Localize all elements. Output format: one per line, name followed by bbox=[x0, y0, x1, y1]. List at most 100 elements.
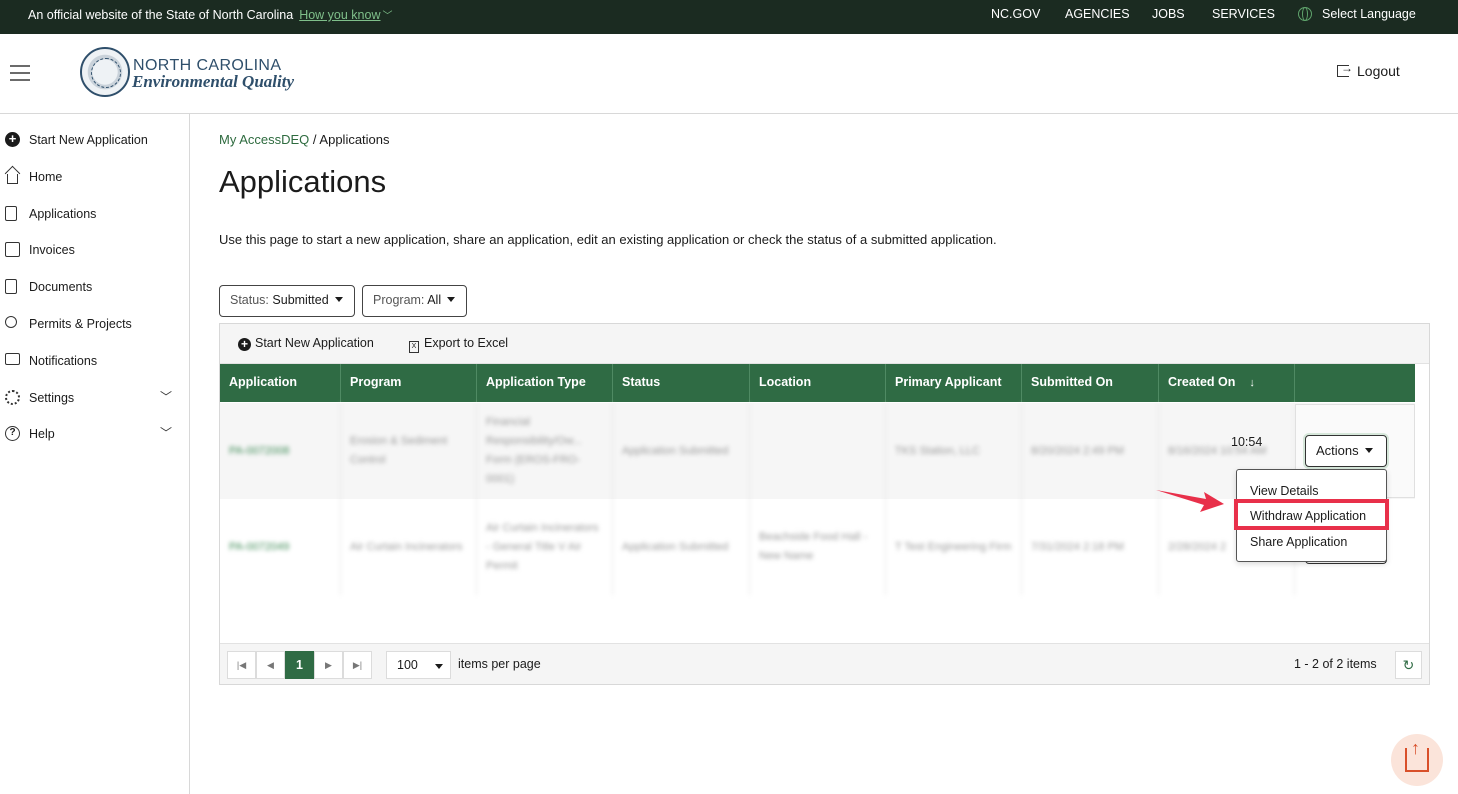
gear-icon bbox=[5, 390, 20, 405]
application-id-link[interactable]: PA-0072049 bbox=[220, 499, 341, 595]
actions-label: Actions bbox=[1316, 443, 1359, 458]
breadcrumb-separator: / bbox=[309, 132, 320, 147]
withdraw-highlight-box bbox=[1234, 499, 1389, 530]
column-header-location[interactable]: Location bbox=[750, 364, 886, 402]
first-page-icon[interactable]: |◀ bbox=[227, 651, 256, 679]
sidebar-item-documents[interactable]: Documents bbox=[0, 274, 189, 304]
sidebar-item-settings[interactable]: Settings ﹀ bbox=[0, 385, 189, 415]
status-cell: Application Submitted bbox=[613, 403, 750, 499]
menu-item-share-application[interactable]: Share Application bbox=[1250, 535, 1347, 549]
chevron-down-icon[interactable]: ﹀ bbox=[160, 388, 172, 405]
export-to-excel-button[interactable]: X Export to Excel bbox=[409, 336, 508, 353]
column-header-primary-applicant[interactable]: Primary Applicant bbox=[886, 364, 1022, 402]
submitted-on-cell: 8/20/2024 2:49 PM bbox=[1022, 403, 1159, 499]
scroll-to-top-button[interactable] bbox=[1391, 734, 1443, 786]
grid-header-row: Application Program Application Type Sta… bbox=[220, 364, 1415, 402]
next-page-icon[interactable]: ▶ bbox=[314, 651, 343, 679]
previous-page-icon[interactable]: ◀ bbox=[256, 651, 285, 679]
sidebar-item-start-new-application[interactable]: + Start New Application bbox=[0, 127, 189, 157]
sidebar-item-permits-projects[interactable]: Permits & Projects bbox=[0, 311, 189, 341]
logout-label: Logout bbox=[1357, 63, 1400, 79]
application-id-link[interactable]: PA-0072008 bbox=[220, 403, 341, 499]
column-header-application[interactable]: Application bbox=[220, 364, 341, 402]
jobs-link[interactable]: JOBS bbox=[1152, 7, 1185, 21]
nc-gov-link[interactable]: NC.GOV bbox=[991, 7, 1040, 21]
pdf-document-icon bbox=[5, 279, 17, 294]
status-filter-dropdown[interactable]: Status: Submitted bbox=[219, 285, 355, 317]
column-header-submitted-on[interactable]: Submitted On bbox=[1022, 364, 1159, 402]
page-size-select[interactable]: 100 bbox=[386, 651, 451, 679]
sidebar-item-label: Notifications bbox=[29, 354, 98, 368]
breadcrumb-current: Applications bbox=[319, 132, 390, 147]
official-text: An official website of the State of Nort… bbox=[28, 7, 393, 22]
home-icon bbox=[7, 174, 18, 184]
sidebar-item-home[interactable]: Home bbox=[0, 164, 189, 194]
column-header-status[interactable]: Status bbox=[613, 364, 750, 402]
logout-button[interactable]: Logout bbox=[1337, 61, 1400, 79]
plus-circle-icon: + bbox=[5, 132, 20, 147]
column-header-program[interactable]: Program bbox=[341, 364, 477, 402]
export-to-excel-label: Export to Excel bbox=[424, 336, 509, 350]
red-arrow-annotation bbox=[1156, 490, 1224, 512]
sort-descending-icon: ↓ bbox=[1249, 377, 1255, 389]
agencies-link[interactable]: AGENCIES bbox=[1065, 7, 1130, 21]
toolbar-start-new-application-button[interactable]: + Start New Application bbox=[238, 336, 374, 351]
breadcrumb: My AccessDEQ / Applications bbox=[219, 132, 390, 147]
status-filter-key: Status: bbox=[230, 293, 269, 307]
sidebar-item-help[interactable]: ? Help ﹀ bbox=[0, 421, 189, 451]
location-cell: Beachside Food Hall - New Name bbox=[750, 499, 886, 595]
created-on-label: Created On bbox=[1168, 375, 1236, 389]
program-cell: Air Curtain Incinerators bbox=[341, 499, 477, 595]
sidebar-item-label: Help bbox=[29, 427, 55, 441]
sidebar-item-invoices[interactable]: Invoices bbox=[0, 237, 189, 267]
menu-item-view-details[interactable]: View Details bbox=[1250, 484, 1319, 498]
excel-icon: X bbox=[409, 341, 419, 353]
select-language-button[interactable]: Select Language bbox=[1298, 7, 1416, 22]
applications-grid: + Start New Application X Export to Excel … bbox=[219, 323, 1430, 685]
program-filter-dropdown[interactable]: Program: All bbox=[362, 285, 467, 317]
actions-dropdown-button[interactable]: Actions bbox=[1305, 435, 1387, 467]
sidebar-item-label: Home bbox=[29, 170, 63, 184]
caret-down-icon bbox=[435, 664, 443, 669]
sidebar-item-label: Start New Application bbox=[29, 133, 148, 147]
select-language-label: Select Language bbox=[1322, 7, 1416, 21]
last-page-icon[interactable]: ▶| bbox=[343, 651, 372, 679]
sidebar-item-label: Invoices bbox=[29, 243, 75, 257]
created-on-time-visible: 10:54 bbox=[1231, 435, 1263, 449]
page-title: Applications bbox=[219, 164, 387, 199]
globe-icon bbox=[1298, 7, 1312, 21]
column-header-application-type[interactable]: Application Type bbox=[477, 364, 613, 402]
caret-down-icon bbox=[447, 297, 456, 302]
arrow-up-icon bbox=[1405, 738, 1429, 772]
speech-bubble-icon bbox=[5, 353, 20, 365]
primary-applicant-cell: T Test Engineering Firm bbox=[886, 499, 1022, 595]
sidebar-item-applications[interactable]: Applications bbox=[0, 201, 189, 231]
application-type-cell: Air Curtain Incinerators - General Title… bbox=[477, 499, 613, 595]
help-circle-icon: ? bbox=[5, 426, 20, 441]
nc-seal-logo[interactable] bbox=[80, 47, 130, 97]
caret-down-icon bbox=[334, 297, 343, 302]
sidebar-item-label: Settings bbox=[29, 391, 75, 405]
refresh-icon[interactable]: ↻ bbox=[1395, 651, 1422, 679]
primary-applicant-cell: TKS Station, LLC bbox=[886, 403, 1022, 499]
sidebar-nav: + Start New Application Home Application… bbox=[0, 114, 190, 794]
hamburger-menu-icon[interactable] bbox=[10, 65, 30, 81]
page-size-label: items per page bbox=[458, 657, 541, 671]
program-filter-value: All bbox=[427, 293, 442, 307]
grid-pager: |◀ ◀ 1 ▶ ▶| 100 items per page 1 - 2 of … bbox=[220, 643, 1429, 684]
page-size-value: 100 bbox=[397, 658, 418, 672]
current-page-button[interactable]: 1 bbox=[285, 651, 314, 679]
program-cell: Erosion & Sediment Control bbox=[341, 403, 477, 499]
submitted-on-cell: 7/31/2024 2:18 PM bbox=[1022, 499, 1159, 595]
grid-toolbar: + Start New Application X Export to Excel bbox=[220, 324, 1429, 364]
how-you-know-link[interactable]: How you know bbox=[299, 8, 380, 22]
award-icon bbox=[5, 316, 17, 328]
sidebar-item-notifications[interactable]: Notifications bbox=[0, 348, 189, 378]
chevron-down-icon[interactable]: ﹀ bbox=[160, 424, 172, 441]
logout-icon bbox=[1337, 61, 1353, 77]
column-header-created-on[interactable]: Created On ↓ bbox=[1159, 364, 1295, 402]
breadcrumb-my-accessdeq-link[interactable]: My AccessDEQ bbox=[219, 132, 309, 147]
pager-info: 1 - 2 of 2 items bbox=[1294, 657, 1377, 671]
services-link[interactable]: SERVICES bbox=[1212, 7, 1275, 21]
document-list-icon bbox=[5, 206, 17, 221]
